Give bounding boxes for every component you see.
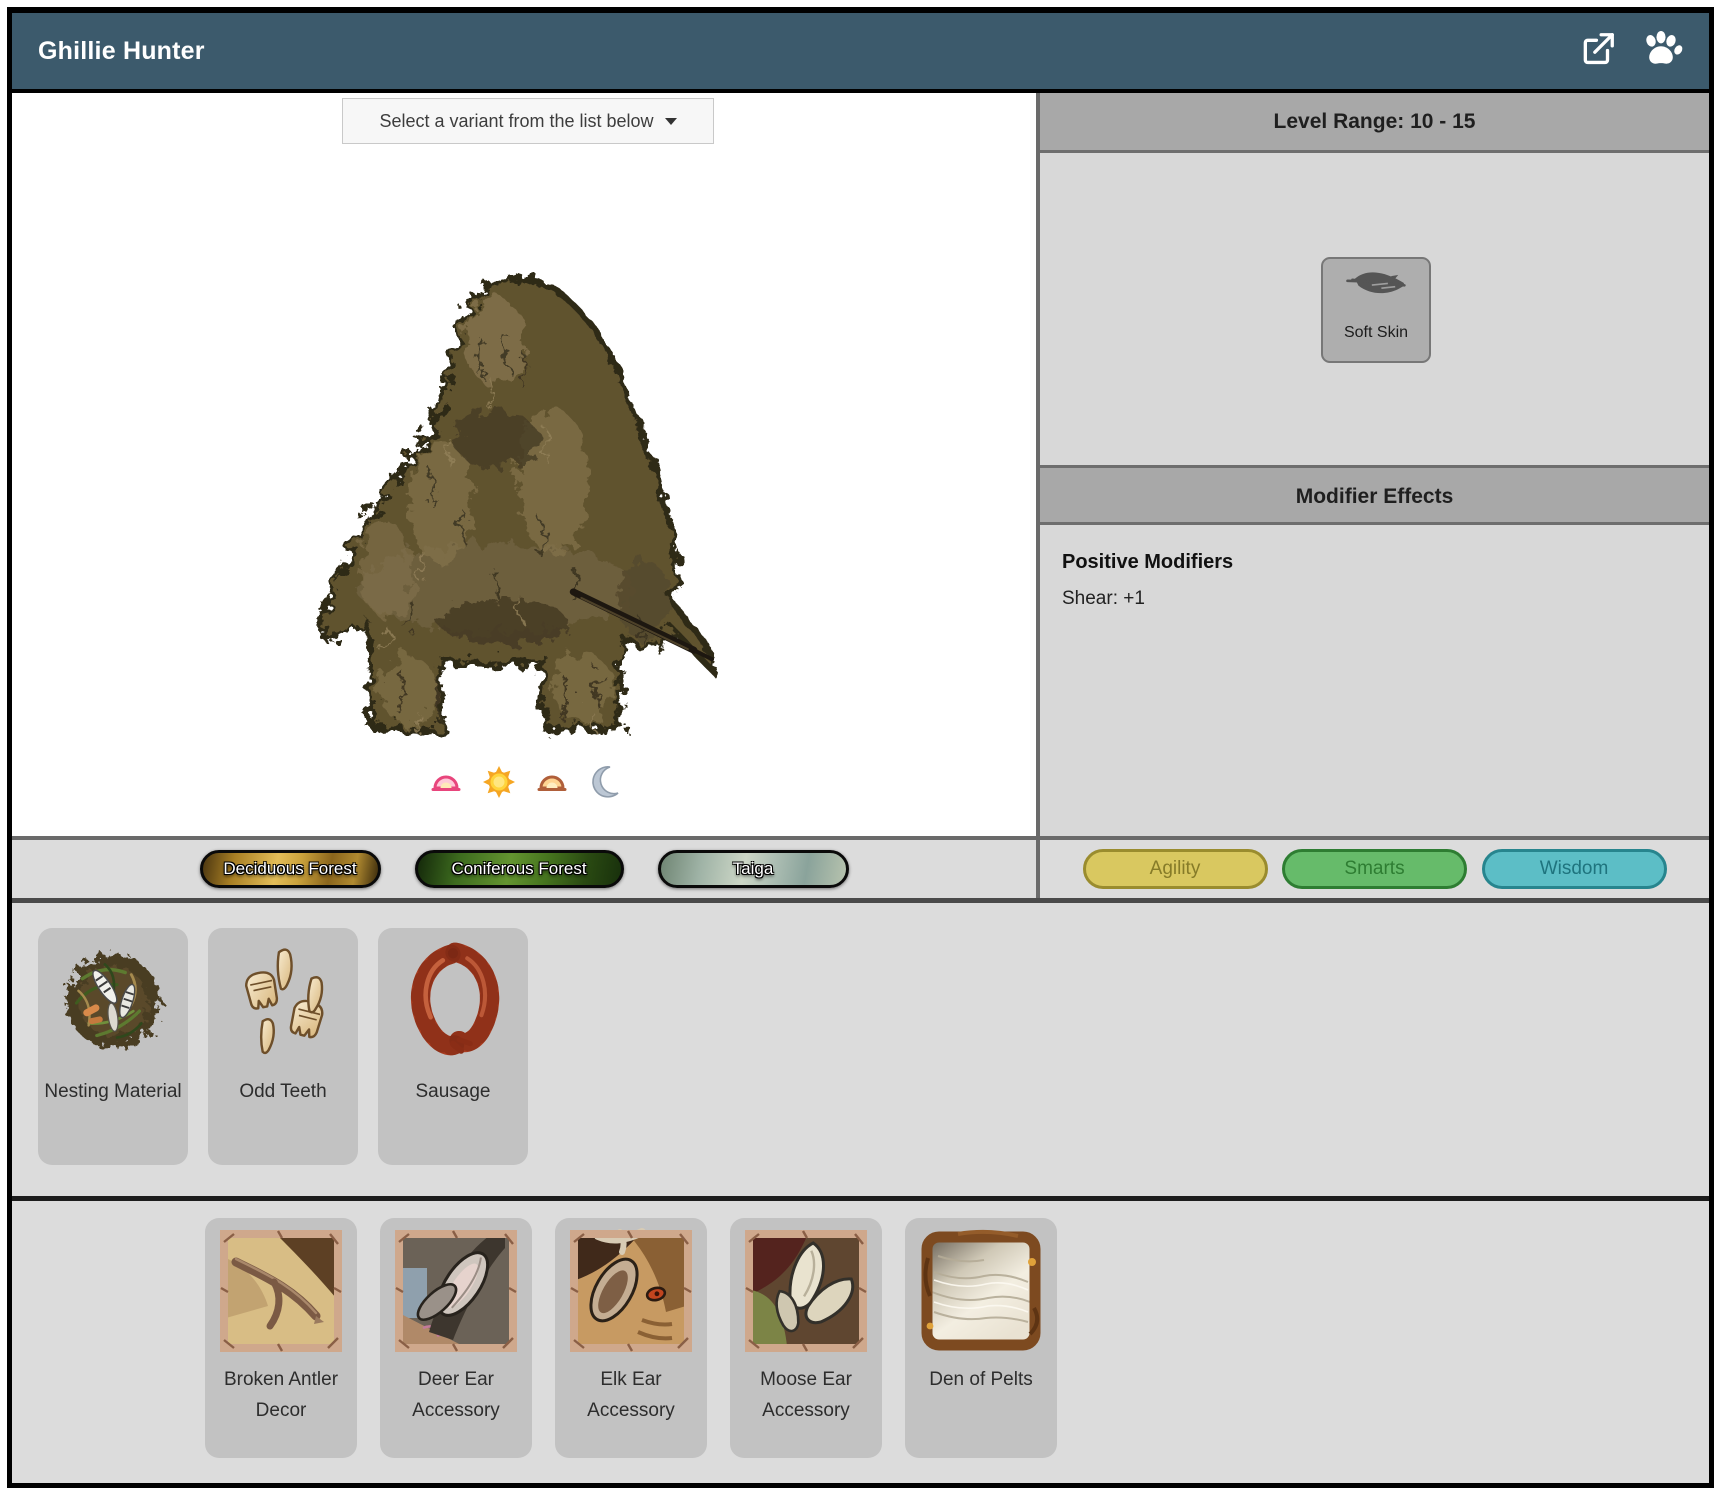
- nesting-material-icon: [52, 938, 174, 1066]
- paw-icon[interactable]: [1639, 29, 1683, 74]
- decor-label: Moose Ear Accessory: [730, 1365, 882, 1427]
- stat-pill-wisdom[interactable]: Wisdom: [1482, 849, 1667, 889]
- biome-button-taiga[interactable]: Taiga: [658, 850, 849, 888]
- loot-section: Nesting Material: [12, 903, 1709, 1196]
- modifier-effects-body: Positive Modifiers Shear: +1: [1040, 525, 1709, 636]
- sunset-icon: [535, 765, 569, 799]
- broken-antler-decor-image: [218, 1228, 344, 1354]
- details-panel: Level Range: 10 - 15 Soft Skin Modifier …: [1040, 93, 1709, 836]
- decor-section: Broken Antler Decor: [12, 1201, 1709, 1483]
- stat-pill-agility[interactable]: Agility: [1083, 849, 1268, 889]
- odd-teeth-icon: [222, 938, 344, 1066]
- biome-button-coniferous-forest[interactable]: Coniferous Forest: [415, 850, 624, 888]
- decor-label: Den of Pelts: [905, 1365, 1057, 1396]
- decor-label: Elk Ear Accessory: [555, 1365, 707, 1427]
- den-of-pelts-image: [918, 1228, 1044, 1354]
- sausage-icon: [392, 938, 514, 1066]
- elk-ear-accessory-image: [568, 1228, 694, 1354]
- level-range-header: Level Range: 10 - 15: [1040, 93, 1709, 153]
- title-bar: Ghillie Hunter: [12, 13, 1709, 89]
- loot-label: Odd Teeth: [208, 1077, 358, 1108]
- decor-card-broken-antler[interactable]: Broken Antler Decor: [205, 1218, 357, 1458]
- positive-modifiers-title: Positive Modifiers: [1062, 551, 1687, 574]
- stat-pill-smarts[interactable]: Smarts: [1282, 849, 1467, 889]
- loot-card-odd-teeth[interactable]: Odd Teeth: [208, 928, 358, 1165]
- sunrise-icon: [429, 765, 463, 799]
- decor-card-elk-ear[interactable]: Elk Ear Accessory: [555, 1218, 707, 1458]
- carried-item-label: Soft Skin: [1323, 324, 1429, 342]
- loot-card-nesting-material[interactable]: Nesting Material: [38, 928, 188, 1165]
- carried-item-area: Soft Skin: [1040, 153, 1709, 465]
- biome-button-deciduous-forest[interactable]: Deciduous Forest: [200, 850, 381, 888]
- moose-ear-accessory-image: [743, 1228, 869, 1354]
- decor-label: Deer Ear Accessory: [380, 1365, 532, 1427]
- loot-label: Nesting Material: [38, 1077, 188, 1108]
- loot-card-sausage[interactable]: Sausage: [378, 928, 528, 1165]
- deer-ear-accessory-image: [393, 1228, 519, 1354]
- stat-label: Smarts: [1344, 858, 1404, 880]
- time-of-day-row: [12, 765, 1036, 799]
- variant-dropdown-label: Select a variant from the list below: [379, 111, 653, 132]
- caret-down-icon: [665, 118, 677, 125]
- modifier-effects-header: Modifier Effects: [1040, 465, 1709, 525]
- stat-strip: Agility Smarts Wisdom: [1040, 840, 1709, 898]
- app-window: Ghillie Hunter S: [0, 0, 1721, 1495]
- page-title: Ghillie Hunter: [38, 37, 205, 66]
- biome-label: Deciduous Forest: [223, 859, 356, 879]
- feather-icon: [1341, 259, 1411, 317]
- moon-icon: [588, 765, 620, 799]
- stat-label: Agility: [1150, 858, 1201, 880]
- biome-label: Coniferous Forest: [451, 859, 586, 879]
- decor-card-den-of-pelts[interactable]: Den of Pelts: [905, 1218, 1057, 1458]
- biome-label: Taiga: [733, 859, 774, 879]
- loot-label: Sausage: [378, 1077, 528, 1108]
- ghillie-hunter-illustration: [290, 268, 722, 746]
- decor-card-moose-ear[interactable]: Moose Ear Accessory: [730, 1218, 882, 1458]
- sun-icon: [482, 765, 516, 799]
- variant-dropdown[interactable]: Select a variant from the list below: [342, 98, 714, 144]
- creature-preview-panel: Select a variant from the list below: [12, 93, 1036, 836]
- external-link-icon[interactable]: [1579, 30, 1617, 73]
- modifier-entry: Shear: +1: [1062, 588, 1687, 610]
- carried-item-card[interactable]: Soft Skin: [1321, 257, 1431, 363]
- stat-label: Wisdom: [1540, 858, 1609, 880]
- decor-label: Broken Antler Decor: [205, 1365, 357, 1427]
- biome-strip: Deciduous Forest Coniferous Forest Taiga: [12, 840, 1036, 898]
- decor-card-deer-ear[interactable]: Deer Ear Accessory: [380, 1218, 532, 1458]
